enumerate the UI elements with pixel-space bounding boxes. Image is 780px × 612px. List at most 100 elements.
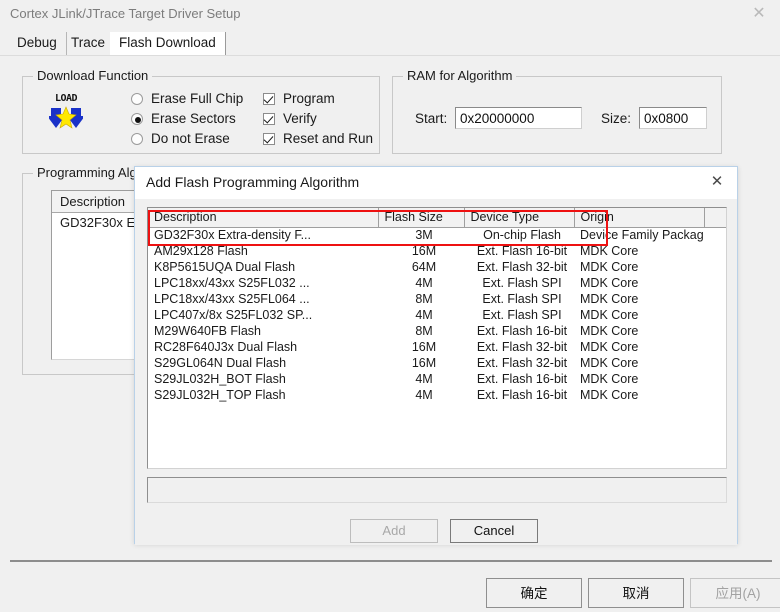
checkbox-indicator: [263, 113, 275, 125]
ok-button[interactable]: 确定: [486, 578, 582, 608]
cell-spacer: [704, 371, 726, 387]
cell-origin: MDK Core: [580, 276, 639, 290]
cell-origin: MDK Core: [580, 260, 639, 274]
driver-setup-window: Cortex JLink/JTrace Target Driver Setup …: [0, 0, 780, 612]
table-row[interactable]: GD32F30x Extra-density F... 3M On-chip Fla…: [148, 227, 726, 243]
radio-indicator: [131, 133, 143, 145]
checkbox-reset-and-run[interactable]: Reset and Run: [263, 131, 373, 146]
table-row[interactable]: LPC407x/8x S25FL032 SP... 4M Ext. Flash SP…: [148, 307, 726, 323]
column-header-spacer: [704, 208, 726, 228]
column-header-device-type[interactable]: Device Type: [464, 208, 575, 228]
table-row[interactable]: LPC18xx/43xx S25FL064 ... 8M Ext. Flash SP…: [148, 291, 726, 307]
checkbox-indicator: [263, 133, 275, 145]
load-icon-label: LOAD: [54, 93, 78, 104]
ram-start-label: Start:: [415, 111, 448, 126]
radio-do-not-erase[interactable]: Do not Erase: [131, 131, 230, 146]
cell-description: GD32F30x Extra-density F...: [154, 228, 312, 243]
radio-label: Erase Full Chip: [151, 91, 244, 106]
table-body: GD32F30x Extra-density F... 3M On-chip Fla…: [148, 227, 726, 403]
cell-flash-size: 4M: [415, 276, 433, 290]
cell-spacer: [704, 291, 726, 307]
cell-device-type: Ext. Flash 32-bit: [476, 260, 568, 274]
table-row[interactable]: S29JL032H_TOP Flash 4M Ext. Flash 16-bit MD…: [148, 387, 726, 403]
load-icon: LOAD: [47, 93, 85, 133]
radio-indicator: [131, 113, 143, 125]
checkbox-program[interactable]: Program: [263, 91, 335, 106]
cell-flash-size: 3M: [415, 228, 433, 243]
cell-spacer: [704, 323, 726, 339]
cell-origin: MDK Core: [580, 324, 639, 338]
cell-device-type: Ext. Flash 16-bit: [476, 372, 568, 386]
cell-device-type: Ext. Flash SPI: [482, 308, 562, 322]
status-field[interactable]: [147, 477, 727, 503]
cell-origin: Device Family Package: [580, 228, 704, 243]
table-row[interactable]: AM29x128 Flash 16M Ext. Flash 16-bit MDK Co…: [148, 243, 726, 259]
flash-algorithm-table: Description Flash Size Device Type Origi…: [148, 208, 726, 403]
ram-start-input[interactable]: [455, 107, 582, 129]
tabstrip: Debug Trace Flash Download: [0, 30, 780, 55]
table-row[interactable]: S29GL064N Dual Flash 16M Ext. Flash 32-bit…: [148, 355, 726, 371]
load-arrows-icon: [49, 106, 83, 129]
tab-flash-download[interactable]: Flash Download: [110, 32, 226, 55]
cell-device-type: On-chip Flash: [483, 228, 561, 243]
cell-flash-size: 16M: [411, 244, 437, 258]
radio-indicator: [131, 93, 143, 105]
cell-origin: MDK Core: [580, 388, 639, 402]
main-frame-divider: [10, 560, 772, 562]
table-row[interactable]: K8P5615UQA Dual Flash 64M Ext. Flash 32-bi…: [148, 259, 726, 275]
add-button[interactable]: Add: [350, 519, 438, 543]
cell-origin: MDK Core: [580, 292, 639, 306]
dialog-close-icon[interactable]: ✕: [705, 172, 729, 192]
cell-spacer: [704, 243, 726, 259]
radio-erase-sectors[interactable]: Erase Sectors: [131, 111, 236, 126]
cell-device-type: Ext. Flash 32-bit: [476, 356, 568, 370]
window-titlebar: Cortex JLink/JTrace Target Driver Setup …: [0, 0, 780, 28]
table-row[interactable]: RC28F640J3x Dual Flash 16M Ext. Flash 32-b…: [148, 339, 726, 355]
checkbox-label: Program: [283, 91, 335, 106]
cell-description: K8P5615UQA Dual Flash: [154, 260, 296, 274]
main-button-bar: 确定 取消 应用(A): [0, 578, 780, 612]
cancel-button[interactable]: 取消: [588, 578, 684, 608]
table-row[interactable]: S29JL032H_BOT Flash 4M Ext. Flash 16-bit MD…: [148, 371, 726, 387]
cell-origin: MDK Core: [580, 372, 639, 386]
cell-spacer: [704, 307, 726, 323]
checkbox-verify[interactable]: Verify: [263, 111, 317, 126]
checkbox-label: Reset and Run: [283, 131, 374, 146]
radio-label: Do not Erase: [151, 131, 230, 146]
cell-description: AM29x128 Flash: [154, 244, 248, 258]
cell-device-type: Ext. Flash SPI: [482, 276, 562, 290]
apply-button[interactable]: 应用(A): [690, 578, 780, 608]
cell-flash-size: 16M: [411, 356, 437, 370]
cell-description: LPC18xx/43xx S25FL032 ...: [154, 276, 310, 290]
cell-description: LPC407x/8x S25FL032 SP...: [154, 308, 313, 322]
column-header-origin[interactable]: Origin: [574, 208, 705, 228]
cell-flash-size: 8M: [415, 324, 433, 338]
column-header-description[interactable]: Description: [148, 208, 379, 228]
cell-flash-size: 4M: [415, 308, 433, 322]
tab-trace[interactable]: Trace: [62, 32, 116, 55]
dialog-titlebar: Add Flash Programming Algorithm ✕: [135, 167, 737, 199]
cell-spacer: [704, 227, 726, 243]
cell-spacer: [704, 355, 726, 371]
cell-flash-size: 64M: [411, 260, 437, 274]
cell-description: RC28F640J3x Dual Flash: [154, 340, 298, 354]
close-icon[interactable]: ✕: [746, 4, 772, 24]
table-row[interactable]: LPC18xx/43xx S25FL032 ... 4M Ext. Flash SP…: [148, 275, 726, 291]
cell-flash-size: 4M: [415, 372, 433, 386]
cell-flash-size: 8M: [415, 292, 433, 306]
cell-description: S29JL032H_BOT Flash: [154, 372, 286, 386]
ram-size-input[interactable]: [639, 107, 707, 129]
tab-debug[interactable]: Debug: [8, 32, 67, 55]
dialog-cancel-button[interactable]: Cancel: [450, 519, 538, 543]
cell-spacer: [704, 275, 726, 291]
table-row[interactable]: M29W640FB Flash 8M Ext. Flash 16-bit MDK Co…: [148, 323, 726, 339]
cell-device-type: Ext. Flash 16-bit: [476, 388, 568, 402]
radio-label: Erase Sectors: [151, 111, 236, 126]
radio-erase-full-chip[interactable]: Erase Full Chip: [131, 91, 243, 106]
checkbox-indicator: [263, 93, 275, 105]
column-header-flash-size[interactable]: Flash Size: [378, 208, 465, 228]
flash-algorithm-list[interactable]: Description Flash Size Device Type Origi…: [147, 207, 727, 469]
cell-device-type: Ext. Flash SPI: [482, 292, 562, 306]
cell-spacer: [704, 339, 726, 355]
ram-size-label: Size:: [601, 111, 632, 126]
